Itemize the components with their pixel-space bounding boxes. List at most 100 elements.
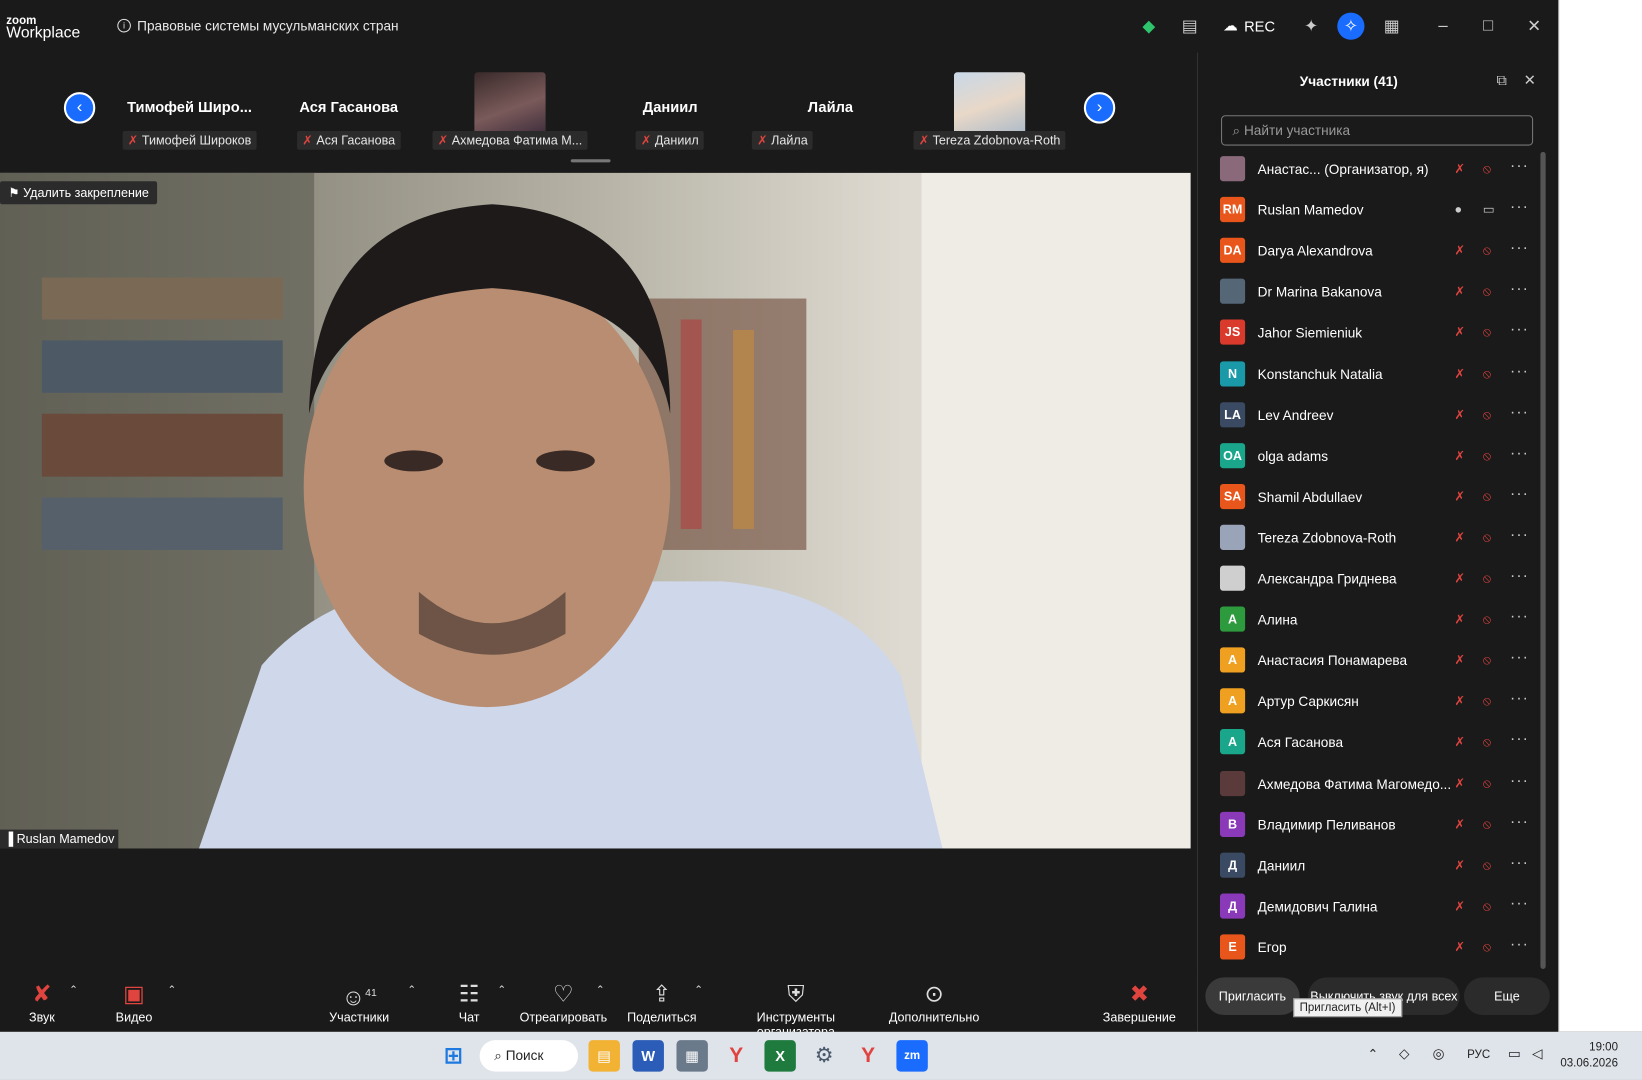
video-off-icon[interactable]: ⦸ — [1483, 366, 1491, 382]
windows-start-icon[interactable]: ⊞ — [438, 1040, 469, 1071]
more-icon[interactable]: ··· — [1510, 853, 1529, 871]
video-off-icon[interactable]: ⦸ — [1483, 571, 1491, 587]
ai-companion-icon[interactable]: ✧ — [1337, 12, 1365, 40]
more-icon[interactable]: ··· — [1510, 567, 1529, 585]
yandex-browser-icon[interactable]: Y — [852, 1040, 883, 1071]
muted-mic-icon[interactable]: ✗ — [1455, 448, 1466, 463]
video-off-icon[interactable]: ⦸ — [1483, 407, 1491, 423]
more-icon[interactable]: ··· — [1510, 812, 1529, 830]
chevron-up-icon[interactable]: ⌃ — [168, 985, 177, 997]
word-icon[interactable]: W — [632, 1040, 664, 1072]
more-icon[interactable]: ··· — [1510, 690, 1529, 708]
calculator-icon[interactable]: ▦ — [676, 1040, 708, 1072]
video-off-icon[interactable]: ⦸ — [1483, 858, 1491, 874]
more-icon[interactable]: ··· — [1510, 771, 1529, 789]
yandex-icon[interactable]: Y — [720, 1040, 751, 1071]
participant-row[interactable]: Tereza Zdobnova-Roth ✗ ⦸ ··· — [1198, 518, 1541, 559]
participant-row[interactable]: E Егор ✗ ⦸ ··· — [1198, 928, 1541, 969]
document-icon[interactable]: ▤ — [1176, 13, 1203, 40]
participant-row[interactable]: B Владимир Пеливанов ✗ ⦸ ··· — [1198, 805, 1541, 846]
audio-button[interactable]: ✘ Звук — [19, 978, 65, 1024]
chevron-up-icon[interactable]: ⌃ — [407, 985, 416, 997]
invite-button[interactable]: Пригласить — [1205, 977, 1300, 1016]
muted-mic-icon[interactable]: ✗ — [1455, 817, 1466, 832]
strip-tile[interactable]: ✗ Tereza Zdobnova-Roth — [911, 69, 1068, 157]
video-off-icon[interactable]: ⦸ — [1483, 899, 1491, 915]
video-off-icon[interactable]: ⦸ — [1483, 284, 1491, 300]
excel-icon[interactable]: X — [764, 1040, 796, 1072]
muted-mic-icon[interactable]: ✗ — [1455, 653, 1466, 668]
muted-mic-icon[interactable]: ✗ — [1455, 694, 1466, 709]
muted-mic-icon[interactable]: ✗ — [1455, 284, 1466, 299]
muted-mic-icon[interactable]: ✗ — [1455, 407, 1466, 422]
more-icon[interactable]: ··· — [1510, 198, 1529, 216]
more-icon[interactable]: ··· — [1510, 608, 1529, 626]
video-off-icon[interactable]: ⦸ — [1483, 939, 1491, 955]
more-button[interactable]: ⊙ Дополнительно — [888, 978, 980, 1024]
chevron-up-icon[interactable]: ⌃ — [497, 985, 506, 997]
network-icon[interactable]: ◇ — [1399, 1045, 1409, 1062]
more-icon[interactable]: ··· — [1510, 321, 1529, 339]
muted-mic-icon[interactable]: ✗ — [1455, 571, 1466, 586]
more-icon[interactable]: ··· — [1510, 526, 1529, 544]
more-icon[interactable]: ··· — [1510, 935, 1529, 953]
video-off-icon[interactable]: ⦸ — [1483, 817, 1491, 833]
mic-icon[interactable]: ● — [1455, 202, 1463, 217]
video-off-icon[interactable]: ⦸ — [1483, 161, 1491, 177]
taskbar-clock[interactable]: 19:00 03.06.2026 — [1560, 1040, 1618, 1071]
more-icon[interactable]: ··· — [1510, 485, 1529, 503]
info-icon[interactable]: i — [117, 18, 131, 33]
more-icon[interactable]: ··· — [1510, 362, 1529, 380]
video-off-icon[interactable]: ⦸ — [1483, 612, 1491, 628]
video-button[interactable]: ▣ Видео — [111, 978, 157, 1024]
share-button[interactable]: ⇪ Поделиться — [626, 978, 697, 1024]
muted-mic-icon[interactable]: ✗ — [1455, 776, 1466, 791]
close-icon[interactable]: ✕ — [1521, 13, 1548, 40]
strip-tile[interactable]: Ася Гасанова ✗ Ася Гасанова — [270, 69, 427, 157]
participant-row[interactable]: Dr Marina Bakanova ✗ ⦸ ··· — [1198, 273, 1541, 314]
more-icon[interactable]: ··· — [1510, 239, 1529, 257]
participant-row[interactable]: N Konstanchuk Natalia ✗ ⦸ ··· — [1198, 355, 1541, 396]
chevron-up-icon[interactable]: ⌃ — [69, 985, 78, 997]
video-off-icon[interactable]: ⦸ — [1483, 448, 1491, 464]
strip-drag-handle[interactable] — [570, 159, 611, 163]
video-off-icon[interactable]: ⦸ — [1483, 489, 1491, 505]
muted-mic-icon[interactable]: ✗ — [1455, 325, 1466, 340]
more-icon[interactable]: ··· — [1510, 731, 1529, 749]
meeting-title[interactable]: i Правовые системы мусульманских стран — [117, 18, 399, 34]
video-off-icon[interactable]: ⦸ — [1483, 653, 1491, 669]
end-meeting-button[interactable]: ✖ Завершение — [1102, 978, 1177, 1024]
chat-button[interactable]: ☷ Чат — [450, 978, 488, 1024]
zoom-taskbar-icon[interactable]: zm — [896, 1040, 928, 1072]
more-icon[interactable]: ··· — [1510, 444, 1529, 462]
participant-search-input[interactable]: ⌕ Найти участника — [1221, 115, 1534, 146]
participant-row[interactable]: RM Ruslan Mamedov ● ▭ ··· — [1198, 191, 1541, 232]
muted-mic-icon[interactable]: ✗ — [1455, 530, 1466, 545]
rec-button[interactable]: ☁ REC — [1223, 17, 1275, 35]
muted-mic-icon[interactable]: ✗ — [1455, 735, 1466, 750]
apps-icon[interactable]: ▦ — [1378, 13, 1405, 40]
chevron-up-icon[interactable]: ⌃ — [1368, 1046, 1379, 1061]
maximize-icon[interactable]: □ — [1474, 13, 1501, 40]
participant-row[interactable]: Д Демидович Галина ✗ ⦸ ··· — [1198, 887, 1541, 928]
participant-row[interactable]: Александра Гриднева ✗ ⦸ ··· — [1198, 559, 1541, 600]
participant-row[interactable]: Д Даниил ✗ ⦸ ··· — [1198, 846, 1541, 887]
strip-tile[interactable]: ✗ Ахмедова Фатима М... — [431, 69, 588, 157]
more-icon[interactable]: ··· — [1510, 649, 1529, 667]
chevron-up-icon[interactable]: ⌃ — [694, 985, 703, 997]
display-icon[interactable]: ▭ — [1508, 1045, 1521, 1062]
video-off-icon[interactable]: ⦸ — [1483, 694, 1491, 710]
microphone-icon[interactable]: ◎ — [1433, 1045, 1445, 1062]
muted-mic-icon[interactable]: ✗ — [1455, 899, 1466, 914]
file-explorer-icon[interactable]: ▤ — [588, 1040, 620, 1072]
participant-row[interactable]: A Алина ✗ ⦸ ··· — [1198, 600, 1541, 641]
language-indicator[interactable]: РУС — [1467, 1049, 1490, 1062]
popout-icon[interactable]: ⧉ — [1496, 71, 1506, 89]
muted-mic-icon[interactable]: ✗ — [1455, 858, 1466, 873]
unpin-button[interactable]: ⚑ Удалить закрепление — [0, 181, 158, 205]
participant-row[interactable]: DA Darya Alexandrova ✗ ⦸ ··· — [1198, 232, 1541, 273]
muted-mic-icon[interactable]: ✗ — [1455, 366, 1466, 381]
video-off-icon[interactable]: ⦸ — [1483, 776, 1491, 792]
participant-row[interactable]: OA olga adams ✗ ⦸ ··· — [1198, 436, 1541, 477]
strip-tile[interactable]: Даниил ✗ Даниил — [592, 69, 749, 157]
